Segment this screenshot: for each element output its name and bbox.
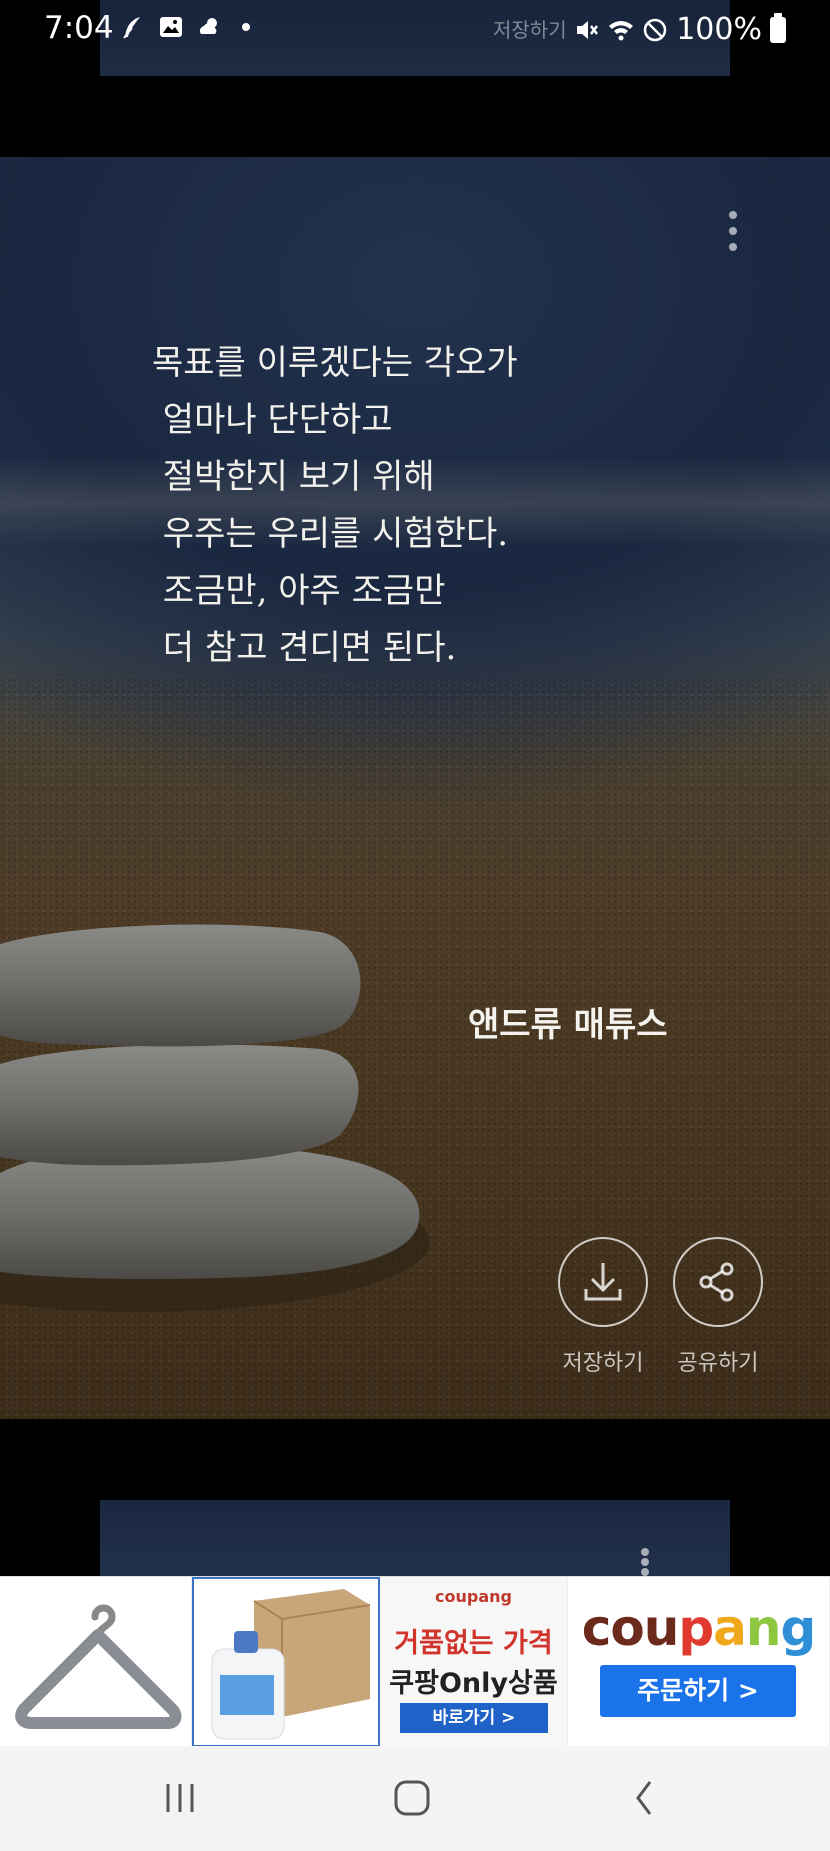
feather-app-icon [123, 17, 140, 39]
recents-button[interactable] [150, 1776, 210, 1820]
quote-text: 목표를 이루겠다는 각오가 얼마나 단단하고 절박한지 보기 위해 우주는 우리… [152, 335, 712, 677]
status-ghost-text: 저장하기 [493, 18, 567, 42]
ad-tile-hanger[interactable] [0, 1577, 192, 1747]
recents-icon [166, 1784, 194, 1812]
weather-icon [199, 18, 217, 34]
coupang-small-logo: coupang [435, 1587, 512, 1606]
ad-subheadline: 쿠팡Only상품 [389, 1668, 558, 1699]
quote-card: 목표를 이루겠다는 각오가 얼마나 단단하고 절박한지 보기 위해 우주는 우리… [0, 157, 830, 1419]
status-icons-left [120, 14, 250, 40]
share-icon[interactable] [673, 1237, 763, 1327]
coupang-logo: coupang [581, 1599, 817, 1657]
wifi-icon [609, 20, 634, 40]
quote-line: 목표를 이루겠다는 각오가 [152, 343, 518, 383]
gallery-icon [160, 17, 182, 37]
ad-banner[interactable]: coupang 거품없는 가격 쿠팡Only상품 바로가기 > coupang … [0, 1576, 830, 1747]
quote-line: 더 참고 견디면 된다. [152, 628, 457, 668]
home-button[interactable] [382, 1776, 442, 1820]
more-options-icon[interactable] [724, 207, 742, 255]
next-card-peek [100, 1500, 730, 1580]
hanger-product-image [15, 1604, 182, 1729]
ad-go-button[interactable]: 바로가기 > [400, 1703, 548, 1733]
battery-percent: 100% [676, 12, 762, 47]
back-icon [636, 1781, 652, 1815]
status-time: 7:04 [44, 10, 114, 46]
share-label: 공유하기 [677, 1351, 759, 1376]
ad-tile-detergent[interactable] [192, 1577, 380, 1747]
stacked-stones-image [0, 924, 430, 1312]
quote-line: 조금만, 아주 조금만 [152, 571, 446, 611]
battery-icon [770, 12, 786, 43]
status-icons-right: 100% [574, 12, 786, 47]
quote-line: 절박한지 보기 위해 [152, 457, 435, 497]
more-options-icon[interactable] [636, 1544, 654, 1580]
ad-headline: 거품없는 가격 [394, 1628, 553, 1659]
back-button[interactable] [615, 1776, 675, 1820]
order-button[interactable]: 주문하기 > [600, 1665, 796, 1717]
share-button[interactable]: 공유하기 [658, 1237, 778, 1377]
detergent-product-image [211, 1589, 371, 1740]
system-nav-bar [0, 1746, 830, 1851]
mute-icon [577, 20, 599, 39]
do-not-disturb-icon [643, 18, 667, 41]
status-bar: 7:04 저장하기 100% [0, 0, 830, 60]
save-button[interactable]: 저장하기 [543, 1237, 663, 1377]
notification-dot [242, 23, 250, 31]
ad-tile-coupang-order[interactable]: coupang 주문하기 > [568, 1577, 830, 1747]
quote-line: 우주는 우리를 시험한다. [152, 514, 509, 554]
ad-tile-coupang-only[interactable]: coupang 거품없는 가격 쿠팡Only상품 바로가기 > [380, 1577, 568, 1747]
quote-line: 얼마나 단단하고 [152, 400, 393, 440]
save-label: 저장하기 [562, 1351, 644, 1376]
home-icon [394, 1780, 430, 1816]
download-icon[interactable] [558, 1237, 648, 1327]
quote-author: 앤드류 매튜스 [468, 1005, 668, 1045]
